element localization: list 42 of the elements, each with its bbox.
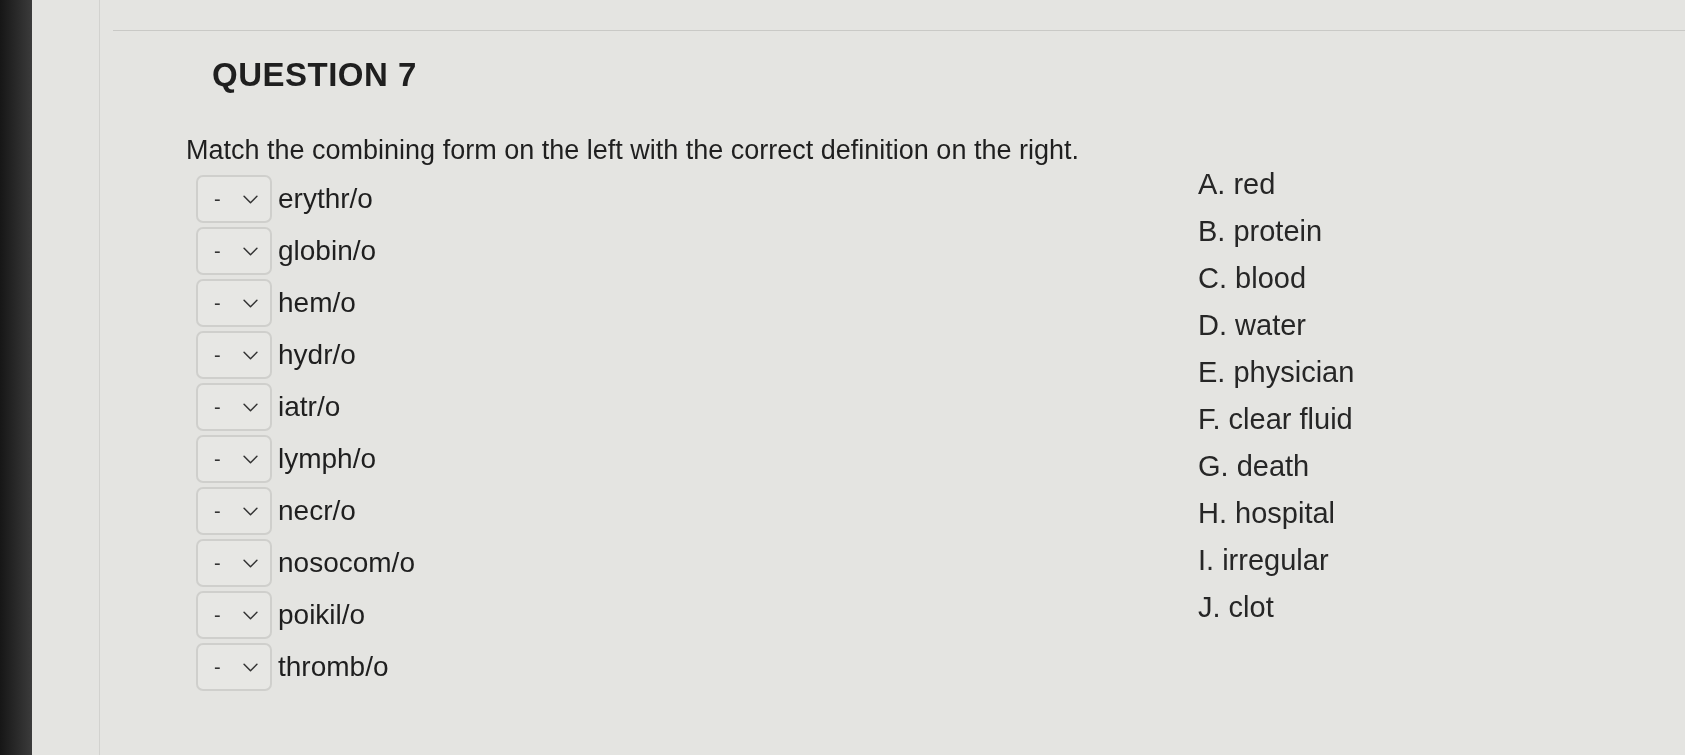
answer-dropdown[interactable]: - [196,643,272,691]
answer-dropdown[interactable]: - [196,331,272,379]
answer-dropdown[interactable]: - [196,227,272,275]
term-label: hem/o [278,286,356,320]
term-label: lymph/o [278,442,377,476]
term-label: iatr/o [278,390,341,424]
term-label: poikil/o [278,598,366,632]
definition-option: B. protein [1198,208,1323,255]
definition-option: H. hospital [1198,490,1335,537]
term-label: nosocom/o [278,546,415,580]
chevron-icon [243,454,258,464]
term-label: hydr/o [278,338,356,372]
chevron-icon [243,194,258,204]
definition-option: E. physician [1198,349,1355,396]
chevron-icon [243,246,258,256]
term-label: globin/o [278,234,377,268]
chevron-icon [243,350,258,360]
term-label: thromb/o [278,650,389,684]
question-title: QUESTION 7 [212,55,417,95]
definition-option: I. irregular [1198,537,1329,584]
definition-option: D. water [1198,302,1306,349]
definition-option: G. death [1198,443,1310,490]
chevron-icon [243,662,258,672]
answer-dropdown[interactable]: - [196,279,272,327]
chevron-icon [243,506,258,516]
answer-dropdown[interactable]: - [196,175,272,223]
answer-dropdown[interactable]: - [196,591,272,639]
answer-dropdown[interactable]: - [196,383,272,431]
chevron-icon [243,298,258,308]
answer-dropdown[interactable]: - [196,435,272,483]
chevron-icon [243,558,258,568]
term-label: necr/o [278,494,356,528]
definition-option: J. clot [1198,584,1274,631]
definition-option: C. blood [1198,255,1306,302]
chevron-icon [243,610,258,620]
definition-option: F. clear fluid [1198,396,1353,443]
definition-option: A. red [1198,161,1276,208]
chevron-icon [243,402,258,412]
question-prompt: Match the combining form on the left with the correct definition on the right. [186,135,1079,165]
term-label: erythr/o [278,182,373,216]
answer-dropdown[interactable]: - [196,487,272,535]
answer-dropdown[interactable]: - [196,539,272,587]
